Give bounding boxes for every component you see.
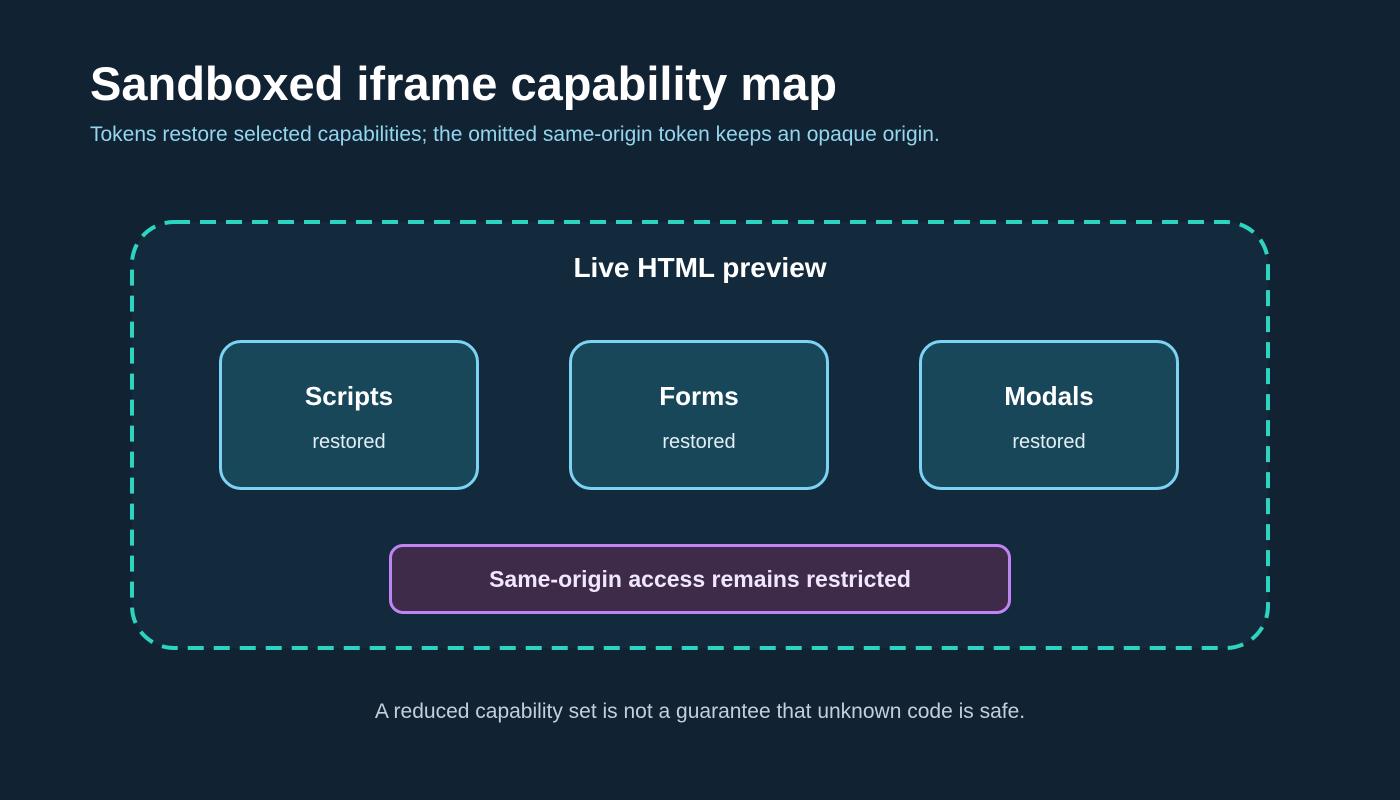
page-title: Sandboxed iframe capability map bbox=[90, 57, 837, 110]
capability-status: restored bbox=[312, 431, 386, 453]
same-origin-restriction-banner: Same-origin access remains restricted bbox=[389, 544, 1011, 614]
capability-card-forms: Forms restored bbox=[569, 340, 829, 490]
sandbox-frame: Live HTML preview Scripts restored Forms… bbox=[130, 220, 1270, 650]
capability-name: Forms bbox=[659, 381, 739, 411]
capability-card-scripts: Scripts restored bbox=[219, 340, 479, 490]
page-subtitle: Tokens restore selected capabilities; th… bbox=[90, 123, 940, 146]
capability-status: restored bbox=[662, 431, 736, 453]
capability-name: Scripts bbox=[304, 381, 394, 411]
capability-card-modals: Modals restored bbox=[919, 340, 1179, 490]
capability-name: Modals bbox=[1004, 381, 1094, 411]
capability-status: restored bbox=[1012, 431, 1086, 453]
frame-label: Live HTML preview bbox=[573, 252, 827, 283]
footnote: A reduced capability set is not a guaran… bbox=[374, 700, 1026, 723]
